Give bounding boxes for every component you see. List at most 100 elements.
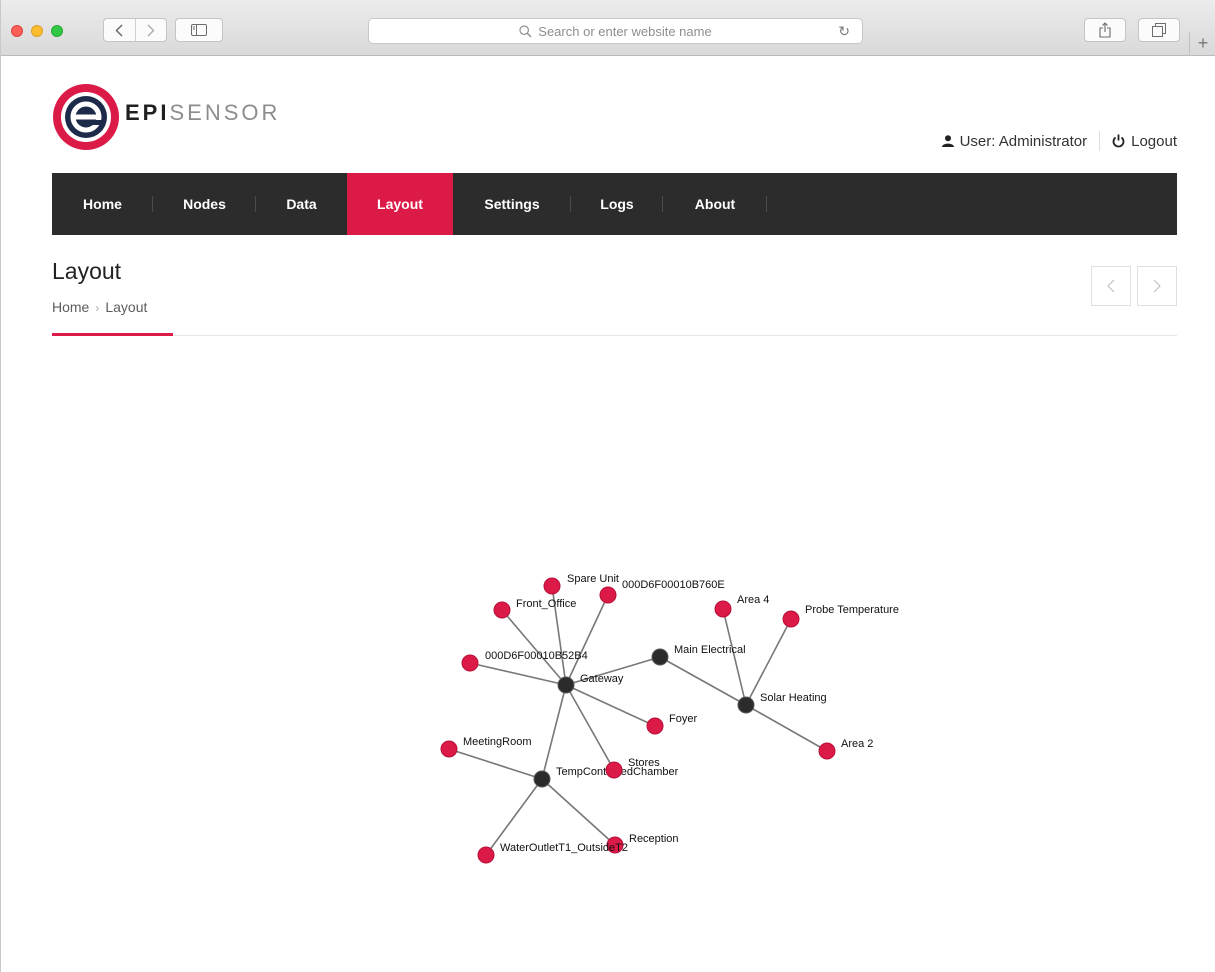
- breadcrumb-separator-icon: ›: [95, 301, 100, 315]
- graph-node-marker[interactable]: [651, 648, 669, 666]
- graph-node-label: Spare Unit: [567, 573, 619, 585]
- prev-page-button[interactable]: [1091, 266, 1131, 306]
- graph-node-meeting-room[interactable]: MeetingRoom: [440, 736, 531, 758]
- graph-node-label: MeetingRoom: [463, 736, 531, 748]
- page-title: Layout: [52, 258, 122, 284]
- nav-item-data[interactable]: Data: [256, 173, 347, 235]
- graph-node-marker[interactable]: [605, 761, 623, 779]
- graph-node-label: 000D6F00010B760E: [622, 579, 725, 591]
- share-button[interactable]: [1084, 18, 1126, 42]
- graph-node-marker[interactable]: [714, 600, 732, 618]
- title-accent-bar: [52, 333, 173, 336]
- user-bar: User: Administrator Logout: [941, 131, 1177, 151]
- graph-link: [541, 684, 567, 780]
- graph-node-marker[interactable]: [818, 742, 836, 760]
- graph-node-marker[interactable]: [461, 654, 479, 672]
- graph-node-foyer[interactable]: Foyer: [646, 713, 697, 735]
- chevron-right-icon: [147, 23, 155, 37]
- graph-node-area2[interactable]: Area 2: [818, 738, 873, 760]
- back-button[interactable]: [104, 19, 136, 41]
- graph-node-label: 000D6F00010B52B4: [485, 650, 588, 662]
- graph-node-label: Solar Heating: [760, 692, 827, 704]
- reload-icon[interactable]: ↻: [838, 23, 850, 40]
- graph-node-label: Gateway: [580, 673, 624, 685]
- tab-overview-button[interactable]: [1138, 18, 1180, 42]
- next-page-button[interactable]: [1137, 266, 1177, 306]
- graph-node-marker[interactable]: [557, 676, 575, 694]
- sidebar-toggle-button[interactable]: [175, 18, 223, 42]
- graph-links: [448, 585, 828, 856]
- graph-node-marker[interactable]: [782, 610, 800, 628]
- user-icon: [941, 135, 954, 147]
- sidebar-icon: [191, 24, 207, 36]
- graph-node-water-outlet[interactable]: WaterOutletT1_OutsideT2: [477, 842, 628, 864]
- graph-node-marker[interactable]: [493, 601, 511, 619]
- graph-link: [501, 609, 567, 686]
- nav-item-about[interactable]: About: [663, 173, 767, 235]
- graph-node-label: Reception: [629, 833, 679, 845]
- graph-link: [565, 684, 656, 727]
- episensor-logo-icon: [53, 84, 119, 150]
- graph-node-marker[interactable]: [477, 846, 495, 864]
- graph-node-marker[interactable]: [543, 577, 561, 595]
- address-placeholder: Search or enter website name: [538, 23, 712, 39]
- graph-link: [745, 704, 828, 752]
- graph-link: [565, 684, 615, 771]
- search-icon: [519, 24, 532, 37]
- graph-node-marker[interactable]: [737, 696, 755, 714]
- graph-node-label: Stores: [628, 757, 660, 769]
- graph-node-label: WaterOutletT1_OutsideT2: [500, 842, 628, 854]
- graph-node-gateway[interactable]: Gateway: [557, 673, 624, 694]
- graph-link: [659, 656, 747, 706]
- graph-node-marker[interactable]: [533, 770, 551, 788]
- graph-node-marker[interactable]: [440, 740, 458, 758]
- nav-item-logs[interactable]: Logs: [571, 173, 663, 235]
- graph-node-main-electrical[interactable]: Main Electrical: [651, 644, 746, 666]
- minimize-window-button[interactable]: [31, 25, 43, 37]
- tabs-icon: [1152, 23, 1166, 37]
- title-divider: [52, 335, 1177, 336]
- graph-node-probe-temp[interactable]: Probe Temperature: [782, 604, 899, 628]
- browser-toolbar: Search or enter website name ↻ +: [1, 0, 1215, 56]
- brand-light: SENSOR: [169, 100, 281, 125]
- breadcrumb-current: Layout: [105, 299, 148, 315]
- browser-window: Search or enter website name ↻ + EPISENS…: [0, 0, 1215, 972]
- window-controls: [11, 25, 63, 37]
- logout-link[interactable]: Logout: [1131, 133, 1177, 150]
- breadcrumb: Home › Layout: [52, 299, 147, 315]
- chevron-left-icon: [115, 23, 123, 37]
- graph-node-marker[interactable]: [646, 717, 664, 735]
- nav-item-settings[interactable]: Settings: [453, 173, 571, 235]
- chevron-right-icon: [1153, 279, 1161, 293]
- address-bar[interactable]: Search or enter website name ↻: [368, 18, 863, 44]
- nav-item-layout[interactable]: Layout: [347, 173, 453, 235]
- nav-item-home[interactable]: Home: [52, 173, 153, 235]
- user-bar-divider: [1099, 131, 1101, 151]
- chevron-left-icon: [1107, 279, 1115, 293]
- power-icon: [1112, 134, 1125, 148]
- brand-name: EPISENSOR: [125, 100, 280, 126]
- history-nav: [103, 18, 167, 42]
- close-window-button[interactable]: [11, 25, 23, 37]
- graph-node-label: Foyer: [669, 713, 697, 725]
- main-navigation: Home Nodes Data Layout Settings Logs Abo…: [52, 173, 1177, 235]
- graph-node-n52b4[interactable]: 000D6F00010B52B4: [461, 650, 588, 672]
- forward-button[interactable]: [136, 19, 167, 41]
- share-icon: [1099, 22, 1111, 38]
- graph-node-label: Probe Temperature: [805, 604, 899, 616]
- user-label[interactable]: User: Administrator: [960, 133, 1088, 150]
- new-tab-button[interactable]: +: [1189, 32, 1215, 56]
- graph-node-front-office[interactable]: Front_Office: [493, 598, 576, 619]
- graph-node-marker[interactable]: [599, 586, 617, 604]
- brand-bold: EPI: [125, 100, 170, 125]
- zoom-window-button[interactable]: [51, 25, 63, 37]
- graph-link: [469, 662, 567, 686]
- graph-node-area4[interactable]: Area 4: [714, 594, 769, 618]
- logo[interactable]: EPISENSOR: [52, 83, 280, 151]
- breadcrumb-home[interactable]: Home: [52, 299, 89, 315]
- nav-item-nodes[interactable]: Nodes: [153, 173, 256, 235]
- graph-node-label: Area 2: [841, 738, 873, 750]
- graph-node-solar-heating[interactable]: Solar Heating: [737, 692, 827, 714]
- graph-link: [448, 748, 543, 780]
- graph-link: [541, 778, 616, 846]
